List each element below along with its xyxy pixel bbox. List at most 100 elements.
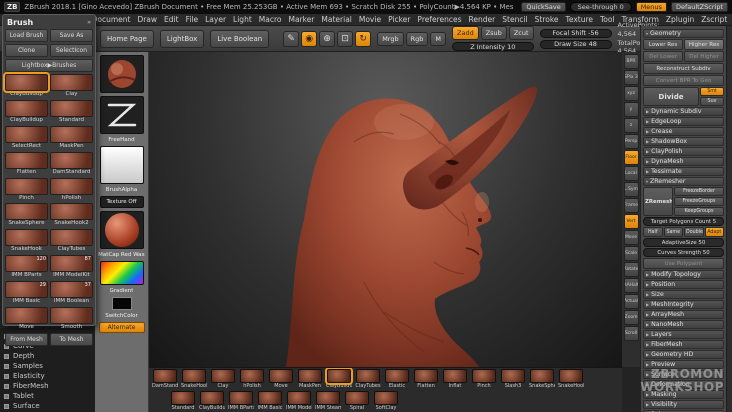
shelf-zoom-button[interactable]: Zoom bbox=[623, 310, 639, 325]
menu-edit[interactable]: Edit bbox=[164, 15, 179, 24]
palette-depth[interactable]: Depth bbox=[4, 351, 91, 361]
zremesher-button[interactable]: ZRemesher bbox=[643, 187, 673, 216]
tray-brush-imm-basic[interactable]: IMM Basic bbox=[257, 391, 283, 412]
tray-brush-maskpen[interactable]: MaskPen bbox=[297, 369, 323, 391]
lightbox-brushes-toggle[interactable]: Lightbox▶Brushes bbox=[5, 59, 93, 72]
shelf-bpr-button[interactable]: BPR bbox=[623, 54, 639, 69]
shelf-vert-button[interactable]: Vert bbox=[623, 214, 639, 229]
edit-icon[interactable]: ✎ bbox=[283, 30, 300, 47]
menu-macro[interactable]: Macro bbox=[259, 15, 282, 24]
curves-strength-slider[interactable]: Curves Strength 50 bbox=[643, 248, 724, 257]
section-size[interactable]: ▶ Size bbox=[643, 290, 724, 299]
shelf-l-sym-button[interactable]: L.Sym bbox=[623, 182, 639, 197]
see-through-slider[interactable]: See-through 0 bbox=[569, 2, 632, 12]
focal-shift-slider[interactable]: Focal Shift -56 bbox=[539, 28, 612, 38]
del-higher-button[interactable]: Del Higher bbox=[684, 51, 724, 62]
tray-brush-snakehook2[interactable]: SnakeHook2 bbox=[558, 369, 584, 391]
default-zscript-button[interactable]: DefaultZScript bbox=[670, 2, 728, 12]
palette-samples[interactable]: Samples bbox=[4, 361, 91, 371]
shelf-z-button[interactable]: z bbox=[623, 118, 639, 133]
mrgb-mode-button[interactable]: Mrgb bbox=[377, 31, 404, 46]
brush-item-damstandard[interactable]: DamStandard bbox=[50, 151, 93, 176]
section-nanomesh[interactable]: ▶ NanoMesh bbox=[643, 320, 724, 329]
draw-size-slider[interactable]: Draw Size 48 bbox=[539, 39, 612, 49]
menu-preferences[interactable]: Preferences bbox=[417, 15, 461, 24]
texture-thumbnail[interactable]: Texture Off bbox=[99, 196, 144, 209]
section-crease[interactable]: ▶ Crease bbox=[643, 127, 724, 136]
brush-popup-header[interactable]: Brush » bbox=[5, 17, 93, 29]
menu-movie[interactable]: Movie bbox=[359, 15, 381, 24]
use-polypaint-toggle[interactable]: Use Polypaint bbox=[643, 258, 724, 269]
menu-stencil[interactable]: Stencil bbox=[502, 15, 527, 24]
brush-item-pinch[interactable]: Pinch bbox=[5, 177, 48, 202]
brush-item-snakehook2[interactable]: SnakeHook2 bbox=[50, 203, 93, 227]
material-thumbnail[interactable] bbox=[99, 211, 144, 250]
same-button[interactable]: Same bbox=[663, 227, 683, 237]
zsub-mode-button[interactable]: Zsub bbox=[480, 26, 507, 40]
switch-color-label[interactable]: SwitchColor bbox=[105, 313, 138, 319]
main-color-swatch[interactable] bbox=[111, 297, 132, 311]
section-fibermesh[interactable]: ▶ FiberMesh bbox=[643, 340, 724, 349]
menus-toggle[interactable]: Menus bbox=[635, 2, 667, 12]
tray-brush-pinch[interactable]: Pinch bbox=[471, 369, 497, 391]
tray-brush-snakesphere[interactable]: SnakeSphere bbox=[529, 369, 555, 391]
brush-item-snakehook[interactable]: SnakeHook bbox=[5, 229, 48, 253]
section-geometry[interactable]: ▾ Geometry bbox=[643, 29, 724, 38]
shelf-frame-button[interactable]: Frame bbox=[623, 198, 639, 213]
brush-item-hpolish[interactable]: hPolish bbox=[50, 177, 93, 202]
keepgroups-toggle[interactable]: KeepGroups bbox=[674, 207, 724, 216]
section-modify-topology[interactable]: ▶ Modify Topology bbox=[643, 270, 724, 279]
shelf-spix-3-button[interactable]: SPix 3 bbox=[623, 70, 639, 85]
shelf-scale-button[interactable]: Scale bbox=[623, 246, 639, 261]
menu-light[interactable]: Light bbox=[233, 15, 252, 24]
brush-item-imm-boolean[interactable]: 37 IMM Boolean bbox=[50, 281, 93, 305]
brush-item-flatten[interactable]: Flatten bbox=[5, 151, 48, 176]
tray-brush-elastic[interactable]: Elastic bbox=[384, 369, 410, 391]
palette-tablet[interactable]: Tablet bbox=[4, 391, 91, 401]
tray-brush-slash3[interactable]: Slash3 bbox=[500, 369, 526, 391]
menu-render[interactable]: Render bbox=[469, 15, 496, 24]
adaptive-size-slider[interactable]: AdaptiveSize 50 bbox=[643, 238, 724, 247]
menu-marker[interactable]: Marker bbox=[288, 15, 314, 24]
brush-item-standard[interactable]: Standard bbox=[50, 99, 93, 124]
smt-toggle[interactable]: Smt bbox=[700, 87, 724, 96]
shelf-local-button[interactable]: Local bbox=[623, 166, 639, 181]
target-polygons-slider[interactable]: Target Polygons Count 5 bbox=[643, 217, 724, 226]
menu-tool[interactable]: Tool bbox=[600, 15, 615, 24]
brush-item-maskpen[interactable]: MaskPen bbox=[50, 125, 93, 150]
zadd-mode-button[interactable]: Zadd bbox=[452, 26, 479, 40]
lightbox-button[interactable]: LightBox bbox=[159, 29, 205, 48]
tray-brush-hpolish[interactable]: hPolish bbox=[239, 369, 265, 391]
rgb-mode-button[interactable]: Rgb bbox=[405, 31, 429, 46]
section-shadowbox[interactable]: ▶ ShadowBox bbox=[643, 137, 724, 146]
menu-zscript[interactable]: Zscript bbox=[701, 15, 727, 24]
menu-file[interactable]: File bbox=[186, 15, 199, 24]
freezegroups-toggle[interactable]: FreezeGroups bbox=[674, 197, 724, 206]
current-brush-thumbnail[interactable] bbox=[99, 55, 144, 93]
section-arraymesh[interactable]: ▶ ArrayMesh bbox=[643, 310, 724, 319]
lower-res-button[interactable]: Lower Res bbox=[643, 39, 683, 50]
scale-icon[interactable]: ⊡ bbox=[337, 30, 354, 47]
brush-item-claytubes[interactable]: ClayTubes bbox=[50, 229, 93, 253]
move-icon[interactable]: ⊕ bbox=[319, 30, 336, 47]
section-geometry-hd[interactable]: ▶ Geometry HD bbox=[643, 350, 724, 359]
collapse-popup-icon[interactable]: » bbox=[87, 19, 91, 26]
load-brush-button[interactable]: Load Brush bbox=[5, 29, 48, 42]
zcut-mode-button[interactable]: Zcut bbox=[508, 26, 534, 40]
shelf-actual-button[interactable]: Actual bbox=[623, 294, 639, 309]
menu-texture[interactable]: Texture bbox=[566, 15, 593, 24]
freezeborder-toggle[interactable]: FreezeBorder bbox=[674, 187, 724, 196]
brush-item-claybuildup[interactable]: ClayBuildup bbox=[5, 99, 48, 124]
menu-material[interactable]: Material bbox=[321, 15, 351, 24]
section-layers[interactable]: ▶ Layers bbox=[643, 330, 724, 339]
section-edgeloop[interactable]: ▶ EdgeLoop bbox=[643, 117, 724, 126]
tray-brush-imm-modelkit[interactable]: IMM ModelKit bbox=[286, 391, 312, 412]
section-position[interactable]: ▶ Position bbox=[643, 280, 724, 289]
tray-brush-inflat[interactable]: Inflat bbox=[442, 369, 468, 391]
adapt-button[interactable]: Adapt bbox=[704, 227, 724, 237]
live-boolean-button[interactable]: Live Boolean bbox=[210, 29, 270, 48]
suv-toggle[interactable]: Suv bbox=[700, 97, 724, 106]
tray-brush-claytubes[interactable]: ClayTubes bbox=[355, 369, 381, 391]
shelf-floor-button[interactable]: Floor bbox=[623, 150, 639, 165]
to-mesh-button[interactable]: To Mesh bbox=[50, 332, 93, 346]
